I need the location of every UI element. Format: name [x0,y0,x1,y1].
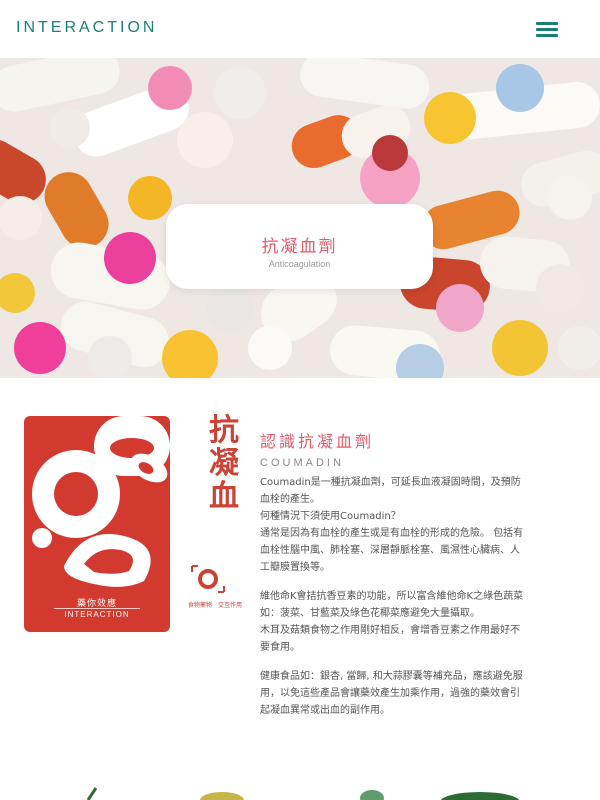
poster-divider [54,608,140,609]
text-line: 血栓性腦中風、肺栓塞、深層靜脈栓塞、風濕性心臟病、人 [260,545,520,556]
hero-subtitle: Anticoagulation [268,259,331,269]
hero-title-card: 抗凝血劑 Anticoagulation [166,204,433,289]
paragraph-intro: Coumadin是一種抗凝血劑，可延長血液凝固時間，及預防 血栓的產生。 何種情… [260,474,560,576]
food-illustrations-strip [86,787,520,800]
text-line: 要食用。 [260,642,300,653]
text-line: 工瓣膜置換等。 [260,562,330,573]
text-line: 木耳及菇類食物之作用剛好相反，會增香豆素之作用最好不 [260,625,520,636]
poster-caption: 食物藥物 交互作用 [187,602,242,609]
hero-title: 抗凝血劑 [261,237,338,257]
section-title: 認識抗凝血劑 [260,432,375,451]
hamburger-menu-icon[interactable] [536,20,558,38]
poster-vertical-title: 抗 凝 血 [206,414,242,513]
poster-illustration: 藥你效應 INTERACTION [24,416,170,632]
vertical-char: 凝 [209,446,239,481]
vertical-char: 抗 [209,413,239,448]
top-navigation-bar: INTERACTION [0,0,600,58]
text-line: Coumadin是一種抗凝血劑，可延長血液凝固時間，及預防 [260,477,521,488]
text-line: 起凝血異常或出血的副作用。 [260,705,390,716]
ring-logo-icon [191,565,225,593]
menu-bar-line [536,28,558,31]
paragraph-supplements: 健康食品如：銀杏, 當歸, 和大蒜膠囊等補充品，應該避免服 用，以免這些產品會讓… [260,668,560,719]
text-line: 如：菠菜、甘藍菜及綠色花椰菜應避免大量攝取。 [260,608,480,619]
menu-bar-line [536,34,558,37]
text-line: 何種情況下須使用Coumadin？ [260,511,401,522]
text-line: 通常是因為有血栓的產生或是有血栓的形成的危險。 包括有 [260,528,524,539]
text-line: 健康食品如：銀杏, 當歸, 和大蒜膠囊等補充品，應該避免服 [260,671,523,682]
section-subtitle: COUMADIN [260,457,344,469]
menu-bar-line [536,22,558,25]
vertical-char: 血 [209,479,239,514]
text-line: 用，以免這些產品會讓藥效產生加乘作用，過強的藥效會引 [260,688,520,699]
poster-brand-en: INTERACTION [64,610,130,619]
text-line: 血栓的產生。 [260,494,320,505]
paragraph-vitamin-k: 維他命K會拮抗香豆素的功能，所以富含維他命K之綠色蔬菜 如：菠菜、甘藍菜及綠色花… [260,588,560,656]
site-brand-logo[interactable]: INTERACTION [16,19,157,37]
text-line: 維他命K會拮抗香豆素的功能，所以富含維他命K之綠色蔬菜 [260,591,524,602]
hero-banner: 抗凝血劑 Anticoagulation [0,58,600,378]
